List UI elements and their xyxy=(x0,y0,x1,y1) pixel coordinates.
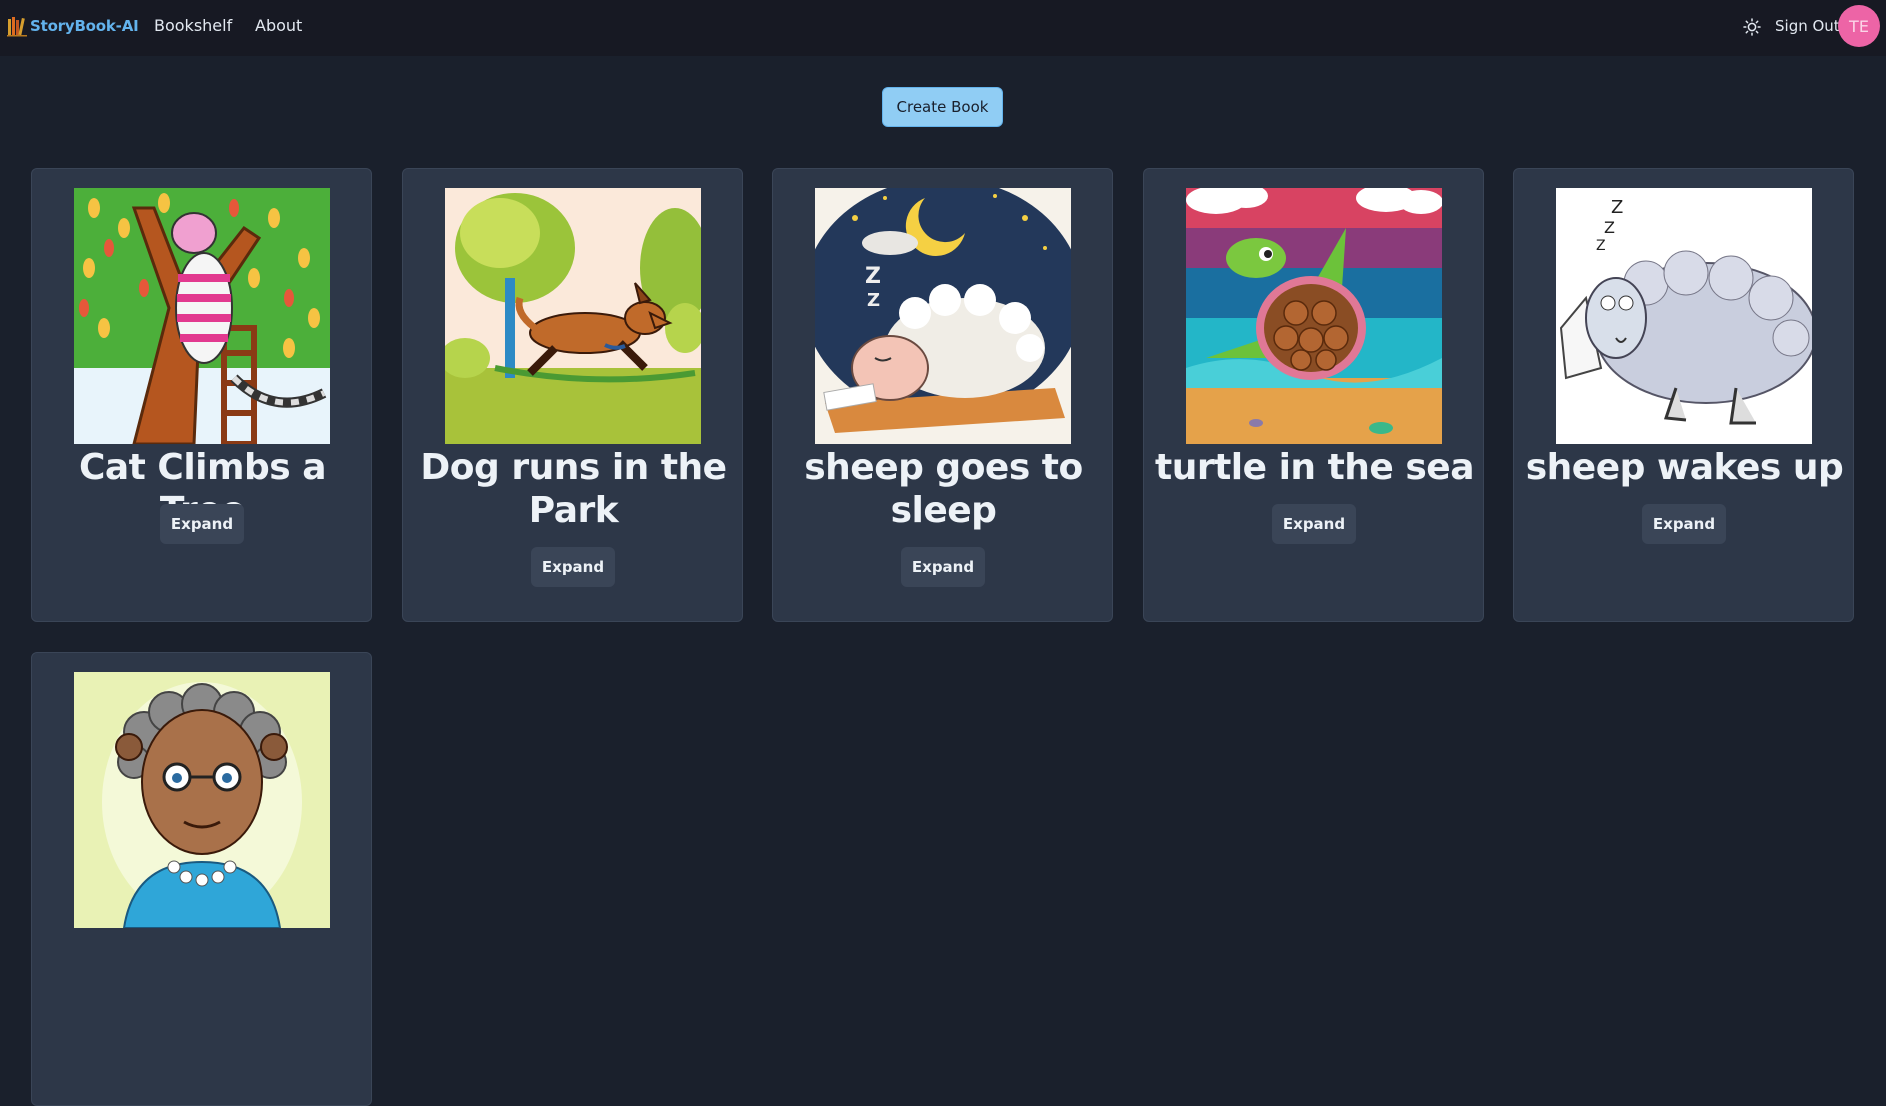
book-title: Dog runs in the Park xyxy=(420,447,727,531)
sun-icon xyxy=(1743,18,1761,36)
user-avatar[interactable]: TE xyxy=(1838,5,1880,47)
svg-text:Z: Z xyxy=(1596,238,1606,254)
book-cover-image xyxy=(445,188,701,444)
sign-out-button[interactable]: Sign Out xyxy=(1775,17,1840,35)
sheep-in-bed-illustration: Z Z Z xyxy=(1556,188,1812,444)
cat-in-tree-illustration xyxy=(74,188,330,444)
svg-text:Z: Z xyxy=(1611,197,1623,218)
create-book-button[interactable]: Create Book xyxy=(882,87,1003,127)
dog-running-illustration xyxy=(445,188,701,444)
book-card: Cat Climbs a Tree Expand xyxy=(31,168,372,622)
top-navbar: StoryBook-AI Bookshelf About Sign Out TE xyxy=(0,0,1886,56)
book-cover-image xyxy=(74,188,330,444)
books-icon xyxy=(7,17,27,37)
sleeping-sheep-moon-illustration: Z Z xyxy=(815,188,1071,444)
brand-logo-link[interactable]: StoryBook-AI xyxy=(6,14,139,38)
book-card: Dog runs in the Park Expand xyxy=(402,168,743,622)
book-card: turtle in the sea Expand xyxy=(1143,168,1484,622)
book-title: turtle in the sea xyxy=(1154,447,1475,488)
nav-about-link[interactable]: About xyxy=(255,16,302,35)
svg-text:Z: Z xyxy=(1604,218,1615,237)
expand-button[interactable]: Expand xyxy=(1272,504,1356,544)
book-cover-image xyxy=(74,672,330,928)
svg-text:Z: Z xyxy=(865,264,881,289)
book-cover-image: Z Z xyxy=(815,188,1071,444)
theme-toggle-button[interactable] xyxy=(1741,16,1763,38)
book-cover-image: Z Z Z xyxy=(1556,188,1812,444)
book-title: sheep goes to sleep xyxy=(804,447,1083,531)
expand-button[interactable]: Expand xyxy=(1642,504,1726,544)
book-card xyxy=(31,652,372,1106)
book-cover-image xyxy=(1186,188,1442,444)
book-title: sheep wakes up xyxy=(1525,447,1844,488)
svg-text:Z: Z xyxy=(867,290,880,311)
nav-bookshelf-link[interactable]: Bookshelf xyxy=(154,16,232,35)
expand-button[interactable]: Expand xyxy=(901,547,985,587)
grandmother-portrait-illustration xyxy=(74,672,330,928)
book-card: Z Z Z sheep wakes up Expand xyxy=(1513,168,1854,622)
expand-button[interactable]: Expand xyxy=(531,547,615,587)
brand-name: StoryBook-AI xyxy=(30,17,139,35)
expand-button[interactable]: Expand xyxy=(160,504,244,544)
book-card: Z Z sheep goes to sleep Expand xyxy=(772,168,1113,622)
sea-turtle-illustration xyxy=(1186,188,1442,444)
